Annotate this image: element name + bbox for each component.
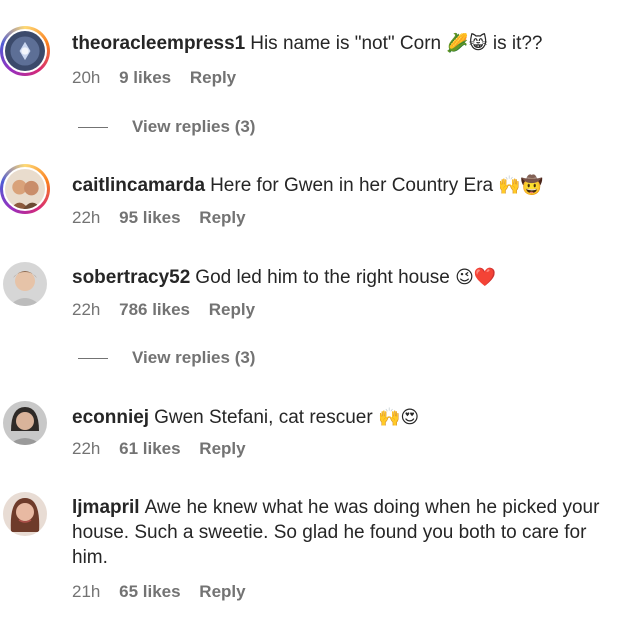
view-replies-label: View replies (3) — [132, 117, 256, 136]
comment-body: Here for Gwen in her Country Era — [210, 175, 494, 196]
comment-body: His name is "not" Corn — [250, 33, 442, 54]
comment-likes[interactable]: 65 likes — [119, 582, 180, 601]
avatar-image — [5, 169, 45, 209]
comment-text: econniej Gwen Stefani, cat rescuer 🙌😍 — [72, 405, 419, 430]
comment-time: 22h — [72, 439, 101, 458]
avatar-image — [3, 492, 47, 536]
comment-text: sobertracy52 God led him to the right hou… — [72, 265, 496, 290]
reply-button[interactable]: Reply — [190, 68, 236, 87]
comment-body: Gwen Stefani, cat rescuer — [154, 407, 373, 428]
reply-button[interactable]: Reply — [199, 439, 245, 458]
reply-button[interactable]: Reply — [209, 300, 255, 319]
raising-hands-heart-eyes-emoji: 🙌😍 — [377, 407, 420, 428]
avatar-image — [3, 262, 47, 306]
wink-heart-emoji: 😉❤️ — [455, 267, 497, 288]
replies-divider — [78, 358, 108, 360]
view-replies-button[interactable]: View replies (3) — [78, 117, 255, 137]
avatar[interactable] — [3, 492, 47, 536]
comment-likes[interactable]: 786 likes — [119, 300, 190, 319]
comment-meta: 22h 95 likes Reply — [72, 208, 260, 228]
comment-meta: 22h 786 likes Reply — [72, 300, 269, 320]
comment-text: caitlincamarda Here for Gwen in her Count… — [72, 173, 543, 198]
avatar-image — [5, 31, 45, 71]
comment-likes[interactable]: 9 likes — [119, 68, 171, 87]
avatar[interactable] — [0, 164, 50, 214]
view-replies-label: View replies (3) — [132, 348, 256, 367]
comment-body: God led him to the right house — [195, 267, 450, 288]
view-replies-button[interactable]: View replies (3) — [78, 348, 255, 368]
raising-hands-cowboy-emoji: 🙌🤠 — [498, 175, 544, 196]
corn-cat-emoji: 🌽😸 — [446, 33, 488, 54]
avatar[interactable] — [3, 262, 47, 306]
comment-time: 22h — [72, 208, 101, 227]
comment-meta: 21h 65 likes Reply — [72, 582, 260, 602]
comment-meta: 22h 61 likes Reply — [72, 439, 260, 459]
comment-username[interactable]: sobertracy52 — [72, 267, 190, 288]
comment-text: ljmapril Awe he knew what he was doing wh… — [72, 495, 612, 570]
comment-body: Awe he knew what he was doing when he pi… — [72, 497, 600, 568]
comment-username[interactable]: ljmapril — [72, 497, 140, 518]
avatar[interactable] — [3, 401, 47, 445]
comment-text: theoracleempress1 His name is "not" Corn … — [72, 31, 543, 56]
reply-button[interactable]: Reply — [199, 582, 245, 601]
avatar[interactable] — [0, 26, 50, 76]
comment-time: 20h — [72, 68, 101, 87]
replies-divider — [78, 127, 108, 129]
comment-username[interactable]: theoracleempress1 — [72, 33, 245, 54]
avatar-image — [3, 401, 47, 445]
comment-time: 22h — [72, 300, 101, 319]
comment-username[interactable]: econniej — [72, 407, 149, 428]
comment-likes[interactable]: 95 likes — [119, 208, 180, 227]
comment-time: 21h — [72, 582, 101, 601]
comment-meta: 20h 9 likes Reply — [72, 68, 250, 88]
reply-button[interactable]: Reply — [199, 208, 245, 227]
comment-body-end: is it?? — [492, 33, 543, 54]
comment-username[interactable]: caitlincamarda — [72, 175, 205, 196]
comment-likes[interactable]: 61 likes — [119, 439, 180, 458]
